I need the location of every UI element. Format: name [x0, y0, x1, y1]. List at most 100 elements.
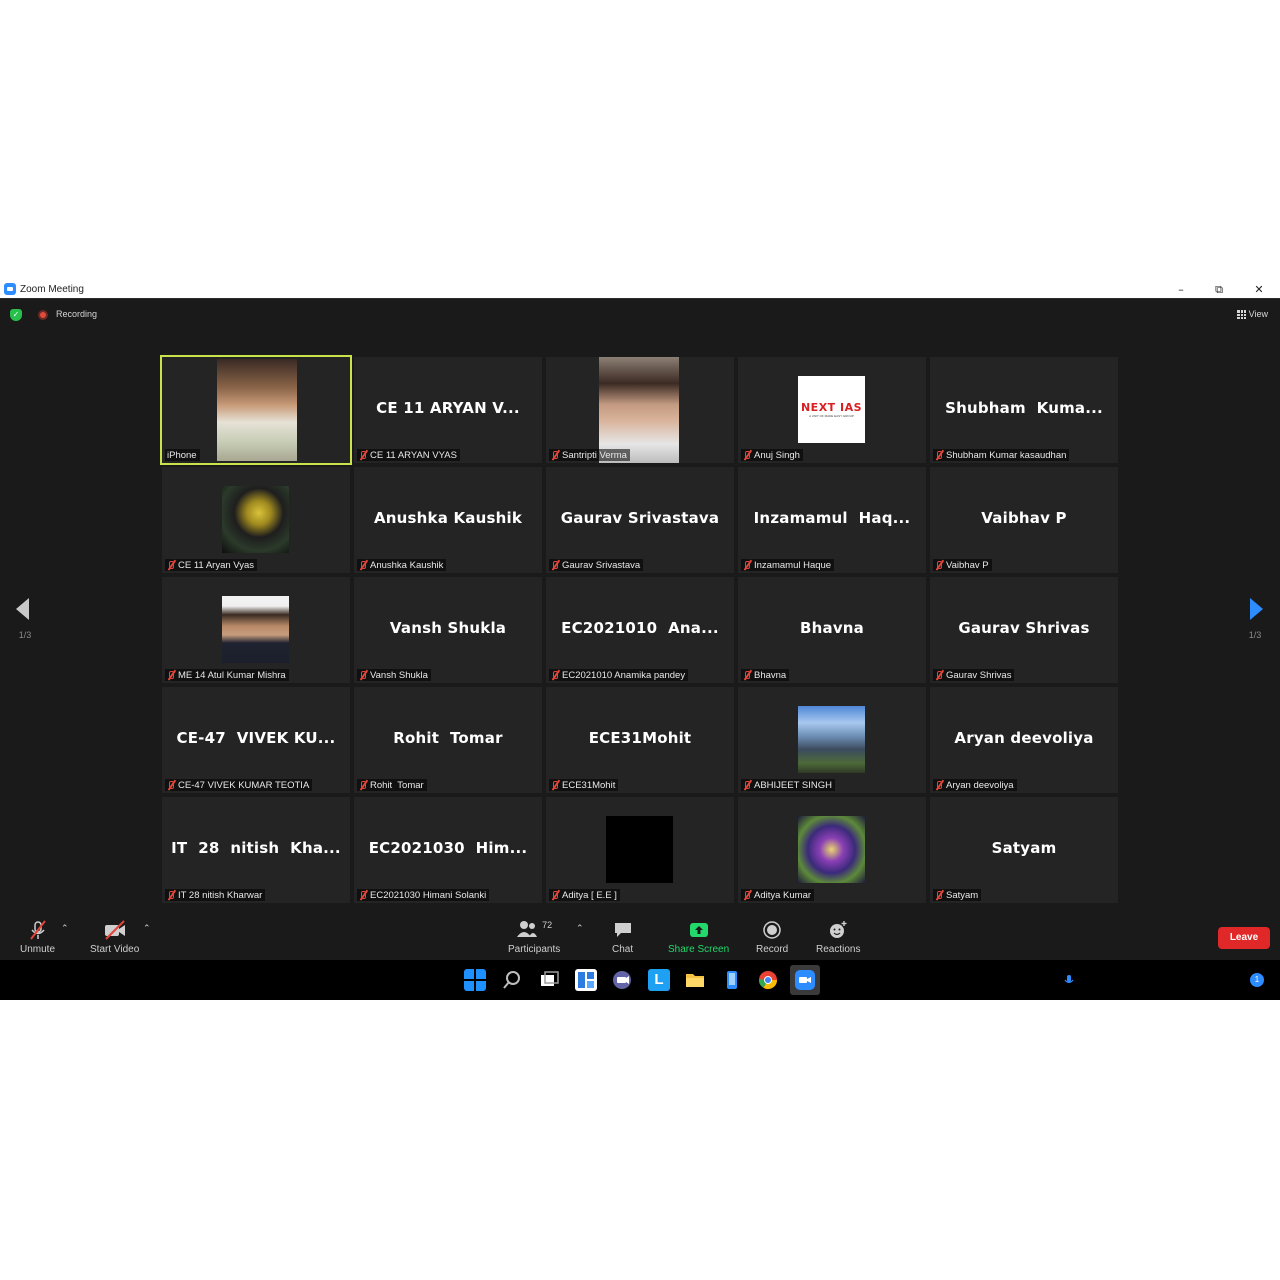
phone-link-icon[interactable] [721, 969, 743, 991]
l-app-icon[interactable]: L [648, 969, 670, 991]
recording-label: Recording [56, 309, 98, 319]
meeting-controls: Unmute ⌃ Start Video ⌃ 72 Participants ⌃… [0, 910, 1280, 960]
participant-name-label: Satyam [933, 889, 982, 901]
share-screen-button[interactable]: Share Screen [668, 920, 729, 955]
participant-name-label: Gaurav Shrivas [933, 669, 1015, 681]
chrome-icon[interactable] [757, 969, 779, 991]
microphone-tray-icon[interactable] [1062, 969, 1076, 991]
leave-button[interactable]: Leave [1218, 927, 1270, 949]
view-button[interactable]: View [1233, 306, 1272, 322]
notification-badge[interactable]: 1 [1250, 973, 1264, 987]
video-tile[interactable]: Bhavna Bhavna [738, 577, 926, 683]
video-tile[interactable]: NEXT IAS A UNIT OF MADE EASY GROUP Anuj … [738, 357, 926, 463]
participant-name-label: Inzamamul Haque [741, 559, 835, 571]
participant-name-label: IT 28 nitish Kharwar [165, 889, 266, 901]
participant-display-name: Shubham Kuma... [945, 399, 1103, 417]
mic-muted-icon [359, 780, 367, 790]
mic-muted-icon [551, 890, 559, 900]
video-tile[interactable]: Shubham Kuma... Shubham Kumar kasaudhan [930, 357, 1118, 463]
close-icon[interactable]: ✕ [1240, 280, 1278, 299]
teams-chat-icon[interactable] [611, 969, 633, 991]
video-tile[interactable]: CE 11 ARYAN V... CE 11 ARYAN VYAS [354, 357, 542, 463]
participant-name-label: Vaibhav P [933, 559, 992, 571]
video-tile[interactable]: Aditya [ E.E ] [546, 797, 734, 903]
start-video-button[interactable]: Start Video [90, 920, 139, 955]
mic-muted-icon [743, 890, 751, 900]
video-tile[interactable]: Vaibhav P Vaibhav P [930, 467, 1118, 573]
participant-profile-picture [798, 816, 865, 883]
minimize-icon[interactable]: – [1162, 280, 1200, 299]
video-tile[interactable]: Gaurav Shrivas Gaurav Shrivas [930, 577, 1118, 683]
mic-muted-icon [359, 450, 367, 460]
next-page-button[interactable]: 1/3 [1232, 590, 1278, 666]
next-ias-logo: NEXT IAS A UNIT OF MADE EASY GROUP [798, 376, 865, 443]
prev-page-button[interactable]: 1/3 [2, 590, 48, 666]
video-tile[interactable]: Rohit Tomar Rohit Tomar [354, 687, 542, 793]
mic-muted-icon [935, 890, 943, 900]
video-tile[interactable]: CE-47 VIVEK KU... CE-47 VIVEK KUMAR TEOT… [162, 687, 350, 793]
reactions-button[interactable]: Reactions [816, 920, 860, 955]
window-title: Zoom Meeting [20, 283, 84, 295]
video-tile[interactable]: Gaurav Srivastava Gaurav Srivastava [546, 467, 734, 573]
mic-muted-icon [551, 670, 559, 680]
video-tile[interactable]: ECE31Mohit ECE31Mohit [546, 687, 734, 793]
video-tile[interactable]: ABHIJEET SINGH [738, 687, 926, 793]
participant-display-name: IT 28 nitish Kha... [171, 839, 341, 857]
windows-start-icon[interactable] [464, 969, 486, 991]
video-tile[interactable]: Santripti Verma [546, 357, 734, 463]
participant-display-name: Gaurav Srivastava [560, 509, 720, 527]
participant-name-label: CE 11 ARYAN VYAS [357, 449, 460, 461]
video-tile[interactable]: Satyam Satyam [930, 797, 1118, 903]
recording-icon[interactable] [38, 310, 48, 320]
participant-profile-picture [222, 596, 289, 663]
audio-options-chevron-up-icon[interactable]: ⌃ [61, 924, 69, 934]
zoom-taskbar-icon[interactable] [790, 965, 820, 995]
participant-name-label: Anuj Singh [741, 449, 803, 461]
video-options-chevron-up-icon[interactable]: ⌃ [143, 924, 151, 934]
video-tile[interactable]: IT 28 nitish Kha... IT 28 nitish Kharwar [162, 797, 350, 903]
participant-video [217, 359, 297, 461]
mic-muted-icon [167, 560, 175, 570]
video-tile[interactable]: Vansh Shukla Vansh Shukla [354, 577, 542, 683]
security-shield-icon[interactable]: ✓ [10, 309, 22, 321]
video-tile[interactable]: CE 11 Aryan Vyas [162, 467, 350, 573]
video-tile[interactable]: Aditya Kumar [738, 797, 926, 903]
chat-button[interactable]: Chat [612, 920, 633, 955]
participant-profile-picture [599, 357, 679, 463]
record-button[interactable]: Record [756, 920, 788, 955]
page-indicator-left: 1/3 [18, 630, 32, 640]
participants-button[interactable]: 72 Participants [508, 920, 560, 955]
mic-muted-icon [359, 890, 367, 900]
participant-name-label: EC2021030 Himani Solanki [357, 889, 490, 901]
search-icon[interactable] [501, 969, 523, 991]
participants-options-chevron-up-icon[interactable]: ⌃ [576, 924, 584, 934]
mic-muted-icon [743, 560, 751, 570]
page-indicator-right: 1/3 [1248, 630, 1262, 640]
video-tile[interactable]: ME 14 Atul Kumar Mishra [162, 577, 350, 683]
participants-count: 72 [542, 920, 553, 930]
os-taskbar: L 1 [0, 960, 1280, 1000]
video-tile[interactable]: Anushka Kaushik Anushka Kaushik [354, 467, 542, 573]
participant-name-label: EC2021010 Anamika pandey [549, 669, 689, 681]
video-tile[interactable]: Aryan deevoliya Aryan deevoliya [930, 687, 1118, 793]
zoom-app-icon [4, 283, 16, 295]
participant-display-name: Inzamamul Haq... [753, 509, 911, 527]
restore-icon[interactable]: ⧉ [1200, 280, 1238, 299]
participant-name-label: ECE31Mohit [549, 779, 619, 791]
share-screen-icon [689, 923, 708, 937]
video-tile[interactable]: EC2021030 Him... EC2021030 Himani Solank… [354, 797, 542, 903]
participant-name-label: ABHIJEET SINGH [741, 779, 835, 791]
participant-name-label: CE-47 VIVEK KUMAR TEOTIA [165, 779, 313, 791]
video-tile[interactable]: Inzamamul Haq... Inzamamul Haque [738, 467, 926, 573]
unmute-button[interactable]: Unmute [20, 920, 55, 955]
file-explorer-icon[interactable] [684, 969, 706, 991]
task-view-icon[interactable] [538, 969, 560, 991]
record-icon [763, 921, 781, 939]
reactions-icon [830, 921, 847, 938]
video-tile[interactable]: iPhone [160, 355, 352, 465]
mic-muted-icon [359, 560, 367, 570]
video-tile[interactable]: EC2021010 Ana... EC2021010 Anamika pande… [546, 577, 734, 683]
participant-name-label: Shubham Kumar kasaudhan [933, 449, 1070, 461]
mic-muted-icon [743, 670, 751, 680]
widgets-icon[interactable] [575, 969, 597, 991]
